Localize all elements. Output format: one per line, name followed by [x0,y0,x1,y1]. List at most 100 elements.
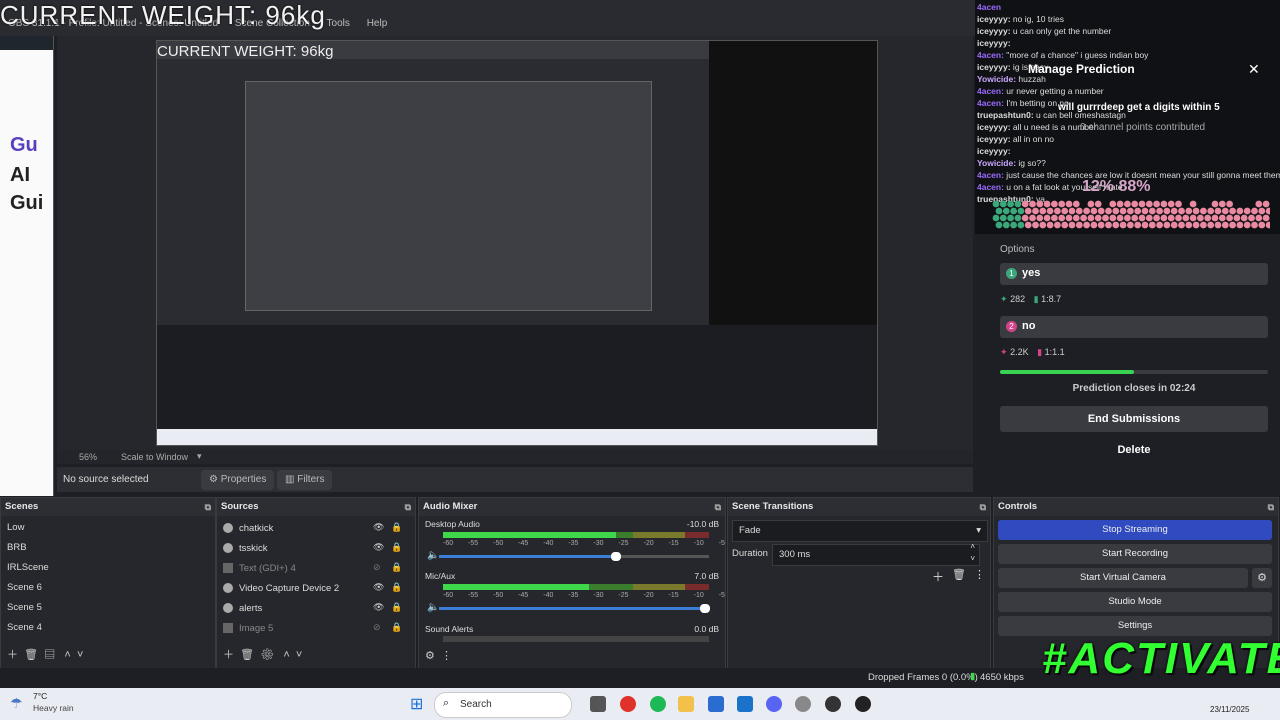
source-item[interactable]: Image 5 ⊘ 🔒 [223,620,403,638]
prediction-dot [1112,222,1119,229]
filters-button[interactable]: ▥ Filters [277,470,332,490]
eye-hidden-icon[interactable]: ⊘ [373,622,381,633]
source-item[interactable]: alerts 👁 🔒 [223,600,403,618]
eye-hidden-icon[interactable]: ⊘ [373,562,381,573]
eye-icon[interactable]: 👁 [373,542,384,553]
option-yes[interactable]: 1 yes [1000,263,1268,285]
volume-knob[interactable] [700,604,710,613]
filter-icon[interactable]: ▤ [44,649,55,661]
gear-icon[interactable]: ⚙ [260,649,274,661]
chat-username[interactable]: iceyyyy: [977,14,1011,24]
close-icon[interactable]: ✕ [1248,61,1260,78]
trash-icon[interactable]: 🗑 [952,568,966,581]
chevron-down-icon[interactable]: ˅ [296,649,302,661]
add-icon[interactable]: ＋ [223,649,234,661]
scenes-title: Scenes [5,501,38,512]
source-item[interactable]: Video Capture Device 2 👁 🔒 [223,580,403,598]
prediction-dot [1161,201,1168,208]
add-icon[interactable]: ＋ [932,568,944,585]
lock-icon[interactable]: 🔒 [391,582,402,593]
properties-button[interactable]: ⚙ Properties [201,470,274,490]
menu-item[interactable]: Tools [327,18,350,29]
outlook-icon[interactable] [737,696,753,712]
end-submissions-button[interactable]: End Submissions [1000,406,1268,432]
scene-item[interactable]: Scene 6 [7,582,42,593]
delete-button[interactable]: Delete [1000,438,1268,462]
store-icon[interactable] [708,696,724,712]
add-icon[interactable]: ＋ [7,649,18,661]
taskbar-search[interactable]: ⌕ Search [434,692,572,718]
scene-item[interactable]: IRLScene [7,562,49,573]
clock-date[interactable]: 23/11/2025 [1210,705,1249,714]
settings-button[interactable]: Settings [998,616,1272,636]
discord-icon[interactable] [766,696,782,712]
chat-username[interactable]: 4acen [977,2,1001,12]
transition-select[interactable]: Fade ▾ [732,520,988,542]
source-item[interactable]: tsskick 👁 🔒 [223,540,403,558]
speaker-icon[interactable]: 🔈 [427,550,439,561]
eye-icon[interactable]: 👁 [373,602,384,613]
eye-icon[interactable]: 👁 [373,582,384,593]
more-icon[interactable]: ⋮ [974,568,985,581]
trash-icon[interactable]: 🗑 [24,649,38,661]
scale-mode[interactable]: Scale to Window [121,452,188,462]
popout-icon[interactable]: ⧉ [405,498,411,516]
lock-icon[interactable]: 🔒 [391,602,402,613]
duration-value: 300 ms [779,549,810,560]
popout-icon[interactable]: ⧉ [715,498,721,516]
volume-slider[interactable] [439,607,709,610]
gear-icon[interactable]: ⚙ [1252,568,1272,588]
volume-slider[interactable] [439,555,709,558]
duration-input[interactable]: 300 ms ˄ ˅ [772,544,980,566]
weather-icon[interactable]: ☂ [10,695,23,712]
volume-knob[interactable] [611,552,621,561]
scene-item[interactable]: BRB [7,542,27,553]
stop-streaming-button[interactable]: Stop Streaming [998,520,1272,540]
option-no[interactable]: 2 no [1000,316,1268,338]
start-recording-button[interactable]: Start Recording [998,544,1272,564]
obs-icon[interactable] [825,696,841,712]
scene-item[interactable]: Scene 5 [7,602,42,613]
trash-icon[interactable]: 🗑 [240,649,254,661]
studio-mode-button[interactable]: Studio Mode [998,592,1272,612]
chevron-up-icon[interactable]: ˄ [64,649,70,661]
settings-icon[interactable] [795,696,811,712]
stepper-icon[interactable]: ˄ ˅ [970,541,975,565]
eye-icon[interactable]: 👁 [373,522,384,533]
more-icon[interactable]: ⋮ [441,650,452,662]
lock-icon[interactable]: 🔒 [391,522,402,533]
prediction-dot [1069,208,1076,215]
prediction-dot [1039,208,1046,215]
menu-item[interactable]: Help [367,18,388,29]
file-explorer-icon[interactable] [678,696,694,712]
popout-icon[interactable]: ⧉ [1268,498,1274,516]
task-view-icon[interactable] [590,696,606,712]
weather-condition[interactable]: Heavy rain [33,703,74,713]
popout-icon[interactable]: ⧉ [205,498,211,516]
media-icon[interactable] [855,696,871,712]
source-item[interactable]: Text (GDI+) 4 ⊘ 🔒 [223,560,403,578]
windows-start-icon[interactable]: ⊞ [410,694,423,714]
prediction-dot [1039,222,1046,229]
weather-temp[interactable]: 7°C [33,691,47,701]
lock-icon[interactable]: 🔒 [391,542,402,553]
start-virtual-camera-button[interactable]: Start Virtual Camera [998,568,1248,588]
prediction-closes-text: Prediction closes in 02:24 [990,383,1278,394]
popout-icon[interactable]: ⧉ [980,498,986,516]
source-item[interactable]: chatkick 👁 🔒 [223,520,403,538]
opera-icon[interactable] [620,696,636,712]
scene-item[interactable]: Scene 4 [7,622,42,633]
prediction-dot [1263,201,1270,208]
gear-icon[interactable]: ⚙ [425,650,435,662]
scene-item[interactable]: Low [7,522,24,533]
prediction-dot [1200,208,1207,215]
chevron-up-icon[interactable]: ˄ [283,649,289,661]
chat-username[interactable]: iceyyyy: [977,26,1011,36]
chevron-down-icon[interactable]: ▾ [197,451,202,462]
speaker-icon[interactable]: 🔈 [427,602,439,613]
spotify-icon[interactable] [650,696,666,712]
prediction-dot [1200,222,1207,229]
chevron-down-icon[interactable]: ˅ [77,649,83,661]
lock-icon[interactable]: 🔒 [391,562,402,573]
lock-icon[interactable]: 🔒 [391,622,402,633]
